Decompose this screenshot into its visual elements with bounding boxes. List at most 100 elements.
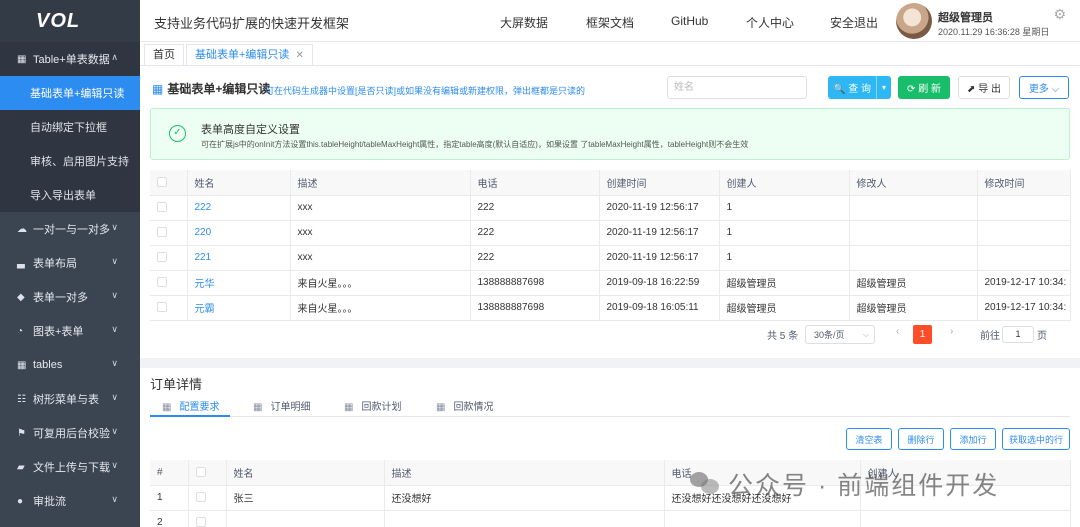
table-row[interactable]: 元霸 来自火星。。。 138888887698 2019-09-18 16:05…	[150, 295, 1071, 321]
row-checkbox[interactable]	[157, 302, 167, 313]
get-selected-rows-button[interactable]: 获取选中的行	[1002, 428, 1070, 450]
row-checkbox[interactable]	[195, 492, 206, 503]
sidebar-group-form-layout[interactable]: ▃ 表单布局 ∨	[0, 246, 140, 280]
table-row[interactable]: 元华 来自火星。。。 138888887698 2019-09-18 16:22…	[150, 270, 1071, 296]
name-link[interactable]: 222	[187, 195, 291, 221]
add-row-button[interactable]: 添加行	[950, 428, 996, 450]
main-content: ▦ 基础表单+编辑只读 可在代码生成器中设置[是否只读]或如果没有编辑或新建权限，…	[140, 66, 1080, 358]
table-cell: 222	[470, 220, 600, 246]
table-row[interactable]: 221 xxx 222 2020-11-19 12:56:17 1	[150, 245, 1071, 271]
detail-tab-label: 回款情况	[453, 402, 494, 413]
table-cell: 2019-09-18 16:05:11	[599, 295, 720, 321]
goto-page-input[interactable]: 1	[1002, 326, 1034, 343]
alert-description: 可在扩展js中的onInit方法设置this.tableHeight/table…	[201, 140, 749, 149]
row-checkbox[interactable]	[157, 227, 167, 238]
name-link[interactable]: 220	[187, 220, 291, 246]
sidebar-group-tree-menu[interactable]: ☷ 树形菜单与表 ∨	[0, 382, 140, 416]
sidebar-group-validation[interactable]: ⚑ 可复用后台校验 ∨	[0, 416, 140, 450]
gear-icon[interactable]: ⚙	[1053, 6, 1066, 23]
row-checkbox[interactable]	[157, 202, 167, 213]
nav-docs[interactable]: 框架文档	[586, 14, 634, 31]
detail-panel: 订单详情 ▦ 配置要求 ▦ 订单明细 ▦ 回款计划 ▦ 回款情况 清空表 删除行 添加行…	[140, 368, 1080, 527]
column-header[interactable]: 创建人	[719, 170, 850, 196]
column-header[interactable]: 描述	[290, 170, 471, 196]
sidebar-item-audit-image[interactable]: 审核、启用图片支持	[0, 144, 140, 178]
name-link[interactable]: 元霸	[187, 295, 291, 321]
detail-tab-config[interactable]: ▦ 配置要求	[162, 398, 219, 413]
row-checkbox[interactable]	[157, 252, 167, 263]
page-size-select[interactable]: 30条/页 ⌵	[805, 325, 875, 344]
logo: VOL	[0, 0, 140, 42]
header-checkbox-cell[interactable]	[188, 460, 227, 486]
column-header[interactable]: 姓名	[226, 460, 385, 486]
grid-icon: ▦	[152, 82, 164, 96]
header-checkbox-cell[interactable]	[150, 170, 188, 196]
nav-github[interactable]: GitHub	[671, 14, 708, 28]
sidebar-item-auto-dropdown[interactable]: 自动绑定下拉框	[0, 110, 140, 144]
column-header[interactable]: 姓名	[187, 170, 291, 196]
name-link[interactable]: 元华	[187, 270, 291, 296]
column-header[interactable]: 修改人	[849, 170, 978, 196]
tab-basic-form[interactable]: 基础表单+编辑只读 ✕	[186, 44, 313, 65]
table-cell[interactable]	[384, 510, 665, 527]
tab-label: 首页	[153, 49, 175, 61]
name-search-input[interactable]	[667, 76, 807, 99]
table-row[interactable]: 2	[150, 510, 1071, 527]
table-cell[interactable]: 还没想好	[384, 485, 665, 511]
grid-icon: ▦	[344, 402, 354, 413]
table-row[interactable]: 222 xxx 222 2020-11-19 12:56:17 1	[150, 195, 1071, 221]
query-dropdown-button[interactable]: ▾	[876, 76, 891, 99]
column-header[interactable]: 创建时间	[599, 170, 720, 196]
active-tab-indicator	[150, 415, 230, 417]
table-cell[interactable]	[860, 510, 1071, 527]
nav-dashboard[interactable]: 大屏数据	[500, 14, 548, 31]
clear-table-button[interactable]: 清空表	[846, 428, 892, 450]
select-all-checkbox[interactable]	[195, 467, 206, 478]
name-link[interactable]: 221	[187, 245, 291, 271]
more-button[interactable]: 更多 ⌵	[1019, 76, 1069, 99]
export-button[interactable]: ⬈ 导 出	[958, 76, 1010, 99]
table-cell[interactable]	[664, 510, 861, 527]
column-header[interactable]: 描述	[384, 460, 665, 486]
refresh-button[interactable]: ⟳ 刷 新	[898, 76, 950, 99]
table-cell[interactable]: 张三	[226, 485, 385, 511]
sidebar-group-label: tables	[33, 359, 63, 371]
sidebar-group-approval[interactable]: ● 审批流 ∨	[0, 484, 140, 518]
check-circle-icon: ✓	[169, 125, 186, 142]
delete-row-button[interactable]: 删除行	[898, 428, 944, 450]
close-icon[interactable]: ✕	[295, 50, 303, 61]
detail-tab-payment-status[interactable]: ▦ 回款情况	[436, 398, 493, 413]
sidebar-item-basic-form[interactable]: 基础表单+编辑只读	[0, 76, 140, 110]
table-cell: 超级管理员	[719, 270, 850, 296]
select-all-checkbox[interactable]	[157, 177, 167, 188]
avatar[interactable]	[896, 3, 932, 39]
sidebar-group-one-to-many[interactable]: ☁ 一对一与一对多 ∨	[0, 212, 140, 246]
table-cell[interactable]	[226, 510, 385, 527]
sidebar-group-chart-form[interactable]: ◔ 图表+表单 ∨	[0, 314, 140, 348]
grid-icon: ▦	[436, 402, 446, 413]
row-checkbox[interactable]	[157, 277, 167, 288]
row-checkbox[interactable]	[195, 517, 206, 527]
page-current[interactable]: 1	[913, 325, 932, 344]
tab-home[interactable]: 首页	[144, 44, 184, 65]
next-page-icon[interactable]: ›	[950, 326, 953, 337]
sidebar-group-file-upload[interactable]: ▰ 文件上传与下载 ∨	[0, 450, 140, 484]
sidebar-group-table[interactable]: ▦ Table+单表数据 ∧	[0, 42, 140, 76]
nav-logout[interactable]: 安全退出	[830, 14, 878, 31]
column-header[interactable]: 电话	[470, 170, 600, 196]
sidebar-group-label: 一对一与一对多	[33, 224, 110, 236]
grid-icon: ▦	[162, 402, 172, 413]
chevron-down-icon: ⌵	[862, 329, 869, 339]
column-header[interactable]: 修改时间	[977, 170, 1071, 196]
table-row[interactable]: 220 xxx 222 2020-11-19 12:56:17 1	[150, 220, 1071, 246]
detail-tab-label: 回款计划	[361, 402, 402, 413]
sidebar-group-tables[interactable]: ▦ tables ∨	[0, 348, 140, 382]
nav-profile[interactable]: 个人中心	[746, 14, 794, 31]
sidebar-group-form-one-to-many[interactable]: ◆ 表单一对多 ∨	[0, 280, 140, 314]
prev-page-icon[interactable]: ‹	[896, 326, 899, 337]
detail-tab-order-items[interactable]: ▦ 订单明细	[253, 398, 310, 413]
detail-tab-payment-plan[interactable]: ▦ 回款计划	[344, 398, 401, 413]
sidebar-item-import-export[interactable]: 导入导出表单	[0, 178, 140, 212]
query-button[interactable]: 🔍 查 询	[828, 76, 876, 99]
sidebar-group-label: 可复用后台校验	[33, 428, 110, 440]
